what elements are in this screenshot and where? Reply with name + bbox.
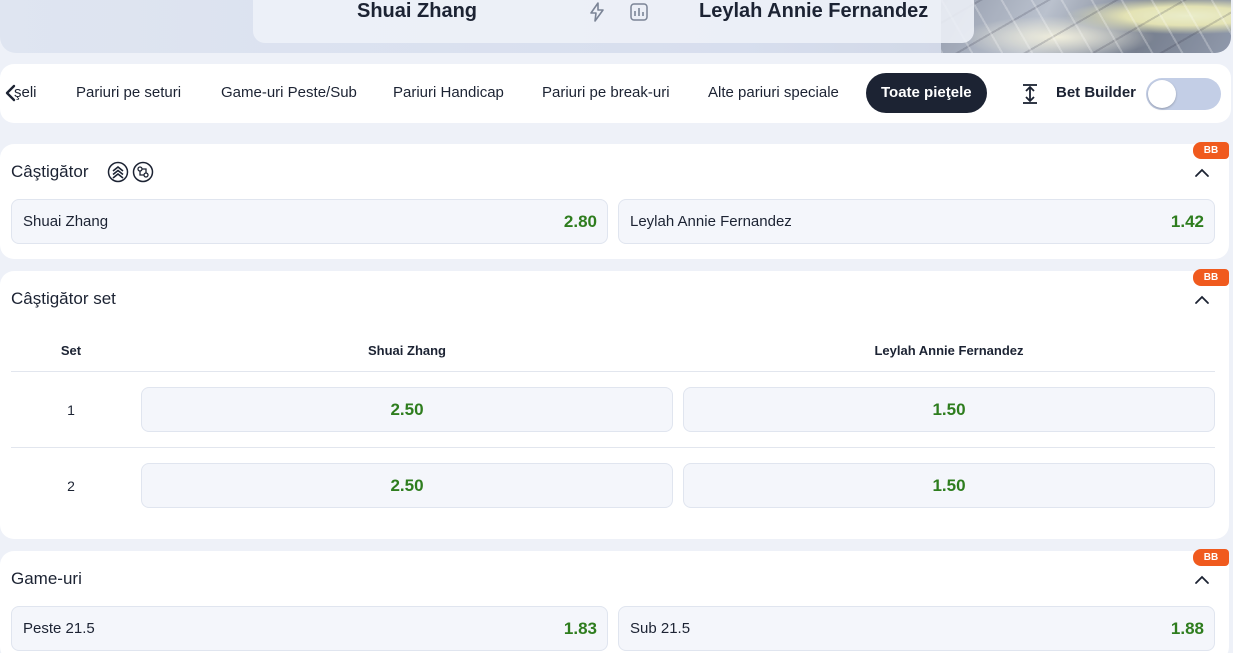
odds-button-player2[interactable]: Leylah Annie Fernandez 1.42 — [618, 199, 1215, 244]
set-number: 2 — [67, 478, 75, 494]
odds-button-player1[interactable]: Shuai Zhang 2.80 — [11, 199, 608, 244]
selection-label: Leylah Annie Fernandez — [630, 213, 792, 230]
tab-games-over-under[interactable]: Game-uri Peste/Sub — [221, 73, 357, 113]
lightning-icon[interactable] — [587, 2, 607, 22]
background-net-pattern — [941, 0, 1231, 53]
bet-builder-badge: BB — [1193, 269, 1229, 286]
odds-value: 2.80 — [563, 212, 597, 231]
market-title: Game-uri — [11, 569, 82, 588]
bet-builder-toggle[interactable] — [1146, 78, 1221, 110]
market-tabs-bar: şeli Pariuri pe seturi Game-uri Peste/Su… — [0, 64, 1231, 123]
tab-all-markets[interactable]: Toate pieţele — [866, 73, 987, 113]
chevron-up-icon[interactable] — [1194, 166, 1210, 178]
column-header-player1: Shuai Zhang — [368, 343, 446, 358]
odds-button-under[interactable]: Sub 21.5 1.88 — [618, 606, 1215, 651]
selection-label: Sub 21.5 — [630, 620, 691, 637]
column-header-player2: Leylah Annie Fernandez — [874, 343, 1024, 358]
event-header-banner: Shuai Zhang Leylah Annie Fernandez — [0, 0, 1231, 53]
player1-name: Shuai Zhang — [357, 0, 477, 22]
odds-button-over[interactable]: Peste 21.5 1.83 — [11, 606, 608, 651]
toggle-knob — [1148, 80, 1176, 108]
odds-value: 1.83 — [563, 619, 597, 638]
odds-value: 1.88 — [1170, 619, 1204, 638]
chevron-up-icon[interactable] — [1194, 573, 1210, 585]
column-header-set: Set — [60, 343, 82, 358]
market-games: BB Game-uri Peste 21.5 1.83 Sub 21.5 1.8… — [0, 549, 1229, 653]
tab-set-bets[interactable]: Pariuri pe seturi — [76, 73, 181, 113]
expand-vertical-icon[interactable] — [1020, 82, 1040, 106]
set-number: 1 — [67, 402, 75, 418]
chevron-up-icon[interactable] — [1194, 293, 1210, 305]
market-winner: BB Câştigător Shuai Zhang 2.80 Leylah An… — [0, 142, 1229, 259]
odds-button-set2-player1[interactable]: 2.50 — [141, 463, 673, 508]
tab-handicap[interactable]: Pariuri Handicap — [393, 73, 504, 113]
odds-button-set1-player1[interactable]: 2.50 — [141, 387, 673, 432]
selection-label: Shuai Zhang — [23, 213, 109, 230]
bet-builder-badge: BB — [1193, 549, 1229, 566]
bet-builder-badge: BB — [1193, 142, 1229, 159]
odds-value: 1.50 — [932, 400, 966, 419]
row-divider — [11, 447, 1215, 448]
live-stream-icon[interactable] — [107, 161, 129, 183]
tab-other-specials[interactable]: Alte pariuri speciale — [708, 73, 839, 113]
odds-button-set1-player2[interactable]: 1.50 — [683, 387, 1215, 432]
odds-button-set2-player2[interactable]: 1.50 — [683, 463, 1215, 508]
market-title: Câştigător set — [11, 289, 116, 308]
odds-value: 2.50 — [390, 476, 424, 495]
selection-label: Peste 21.5 — [23, 620, 95, 637]
bet-builder-label: Bet Builder — [1056, 84, 1137, 101]
odds-value: 2.50 — [390, 400, 424, 419]
market-title: Câştigător — [11, 162, 89, 181]
market-set-winner: BB Câştigător set Set Shuai Zhang Leylah… — [0, 269, 1229, 539]
player2-name: Leylah Annie Fernandez — [699, 0, 929, 22]
stats-ring-icon[interactable] — [132, 161, 154, 183]
odds-value: 1.42 — [1170, 212, 1204, 231]
statistics-icon[interactable] — [629, 2, 649, 22]
scoreboard: Shuai Zhang Leylah Annie Fernandez — [253, 0, 974, 43]
odds-value: 1.50 — [932, 476, 966, 495]
row-divider — [11, 371, 1215, 372]
tab-back-partial[interactable]: şeli — [14, 73, 37, 113]
tab-break-bets[interactable]: Pariuri pe break-uri — [542, 73, 670, 113]
